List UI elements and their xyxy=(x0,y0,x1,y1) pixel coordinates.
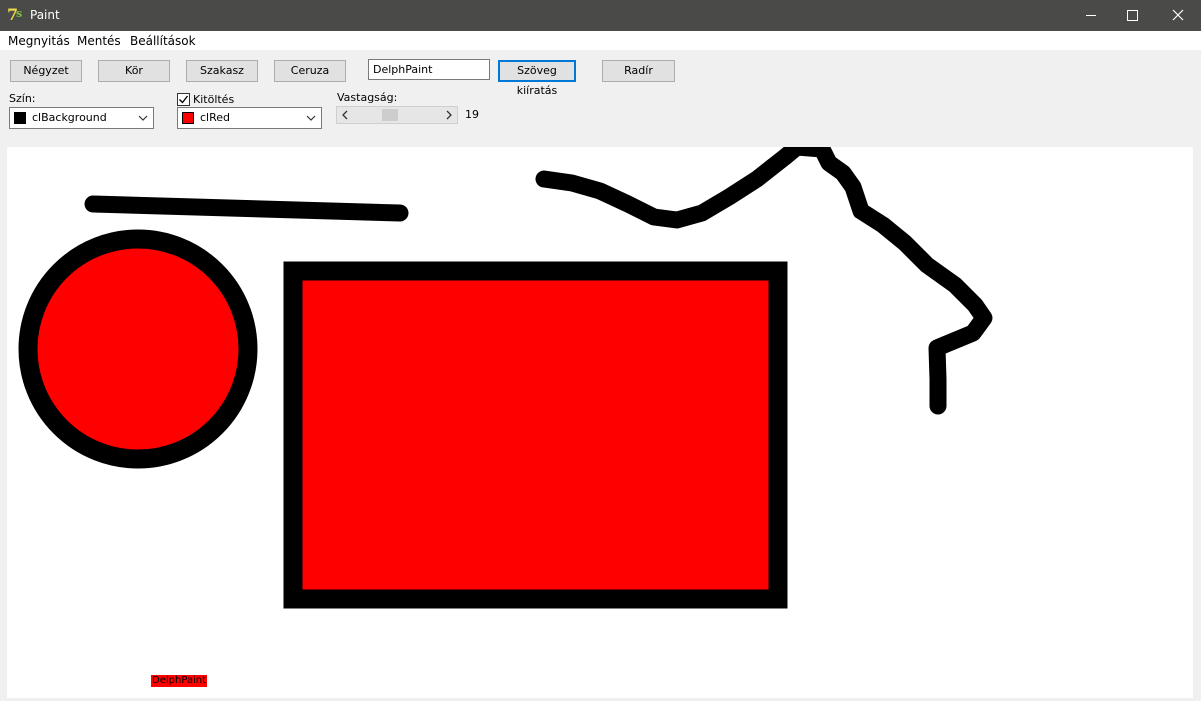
color-label: Szín: xyxy=(9,92,36,105)
chevron-down-icon xyxy=(138,115,148,121)
pencil-button[interactable]: Ceruza xyxy=(274,60,346,82)
square-button[interactable]: Négyzet xyxy=(10,60,82,82)
chevron-left-icon xyxy=(342,110,348,120)
drawn-rectangle xyxy=(283,261,788,609)
eraser-button[interactable]: Radír xyxy=(602,60,675,82)
line-button[interactable]: Szakasz xyxy=(186,60,258,82)
menu-bar: Megnyitás Mentés Beállítások xyxy=(0,31,1201,50)
chevron-down-icon xyxy=(306,115,316,121)
color-select[interactable]: clBackground xyxy=(9,107,154,129)
write-text-button[interactable]: Szöveg kiíratás xyxy=(498,60,576,97)
svg-text:s: s xyxy=(16,7,22,20)
drawing-canvas[interactable]: DelphPaint xyxy=(7,138,1193,698)
menu-save[interactable]: Mentés xyxy=(77,34,121,48)
circle-button[interactable]: Kör xyxy=(98,60,170,82)
window-title: Paint xyxy=(30,8,60,22)
fill-label: Kitöltés xyxy=(193,93,235,106)
close-button[interactable] xyxy=(1155,0,1201,31)
menu-open[interactable]: Megnyitás xyxy=(8,34,70,48)
canvas-drawing xyxy=(18,138,993,609)
fill-value: clRed xyxy=(200,111,231,124)
app-icon: 7 s xyxy=(7,5,22,24)
close-icon xyxy=(1172,9,1184,21)
menu-settings[interactable]: Beállítások xyxy=(130,34,196,48)
thickness-label: Vastagság: xyxy=(337,91,398,104)
scrollbar-thumb[interactable] xyxy=(382,109,398,121)
fill-checkbox[interactable] xyxy=(177,93,190,106)
drawn-line xyxy=(84,195,409,222)
drawn-circle xyxy=(18,229,258,469)
color-swatch xyxy=(14,112,26,124)
maximize-button[interactable] xyxy=(1109,0,1155,31)
text-input[interactable] xyxy=(368,59,490,80)
check-icon xyxy=(179,95,189,104)
title-bar[interactable]: 7 s Paint xyxy=(0,0,1201,31)
maximize-icon xyxy=(1127,10,1138,21)
thickness-value: 19 xyxy=(465,108,479,121)
fill-swatch xyxy=(182,112,194,124)
fill-color-select[interactable]: clRed xyxy=(177,107,322,129)
color-value: clBackground xyxy=(32,111,107,124)
canvas-text: DelphPaint xyxy=(151,675,208,687)
chevron-right-icon xyxy=(446,110,452,120)
thickness-scrollbar[interactable] xyxy=(336,106,458,124)
